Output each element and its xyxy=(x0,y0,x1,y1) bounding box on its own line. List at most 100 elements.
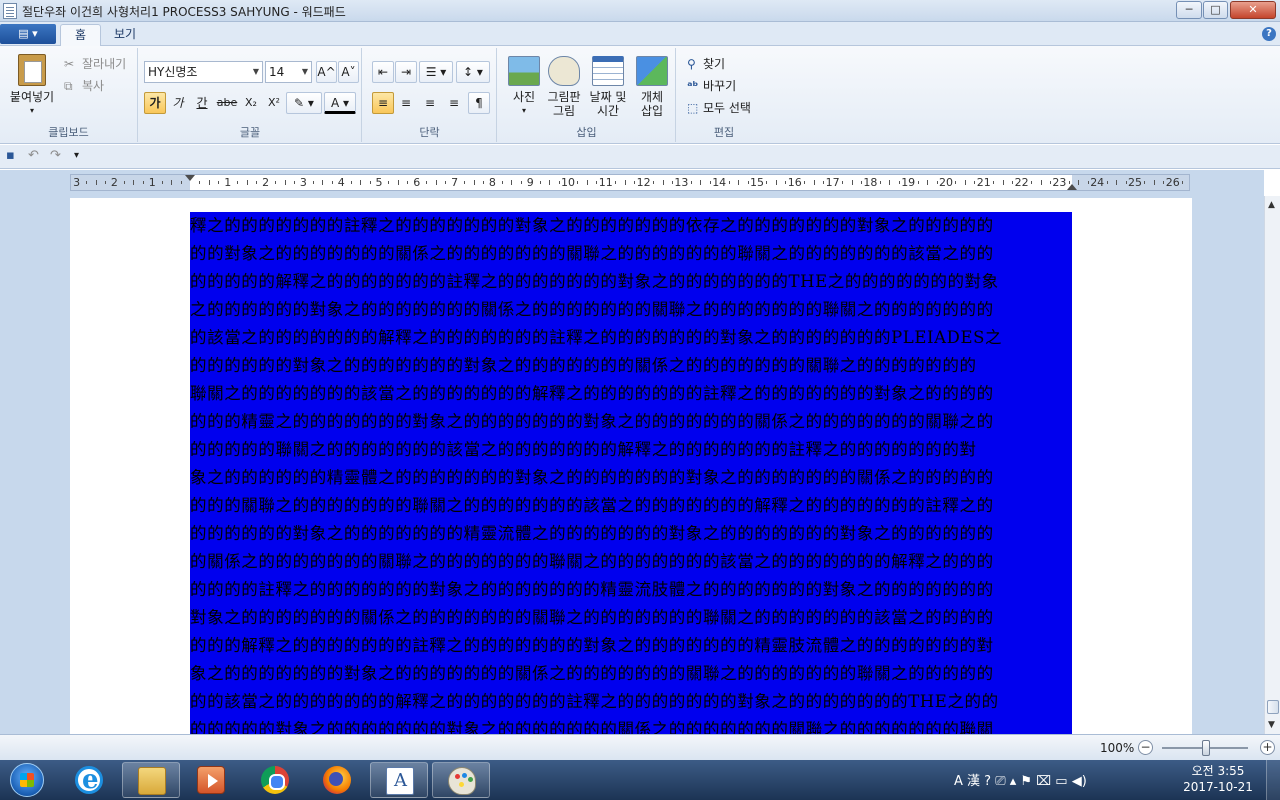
document-line[interactable]: 聯關之的的的的的的的該當之的的的的的的的解釋之的的的的的的的註釋之的的的的的的的… xyxy=(190,380,1072,408)
ruler-tick xyxy=(435,180,437,185)
zoom-slider-thumb[interactable] xyxy=(1202,740,1210,756)
document-line[interactable]: 的關係之的的的的的的的關聯之的的的的的的的聯關之的的的的的的的該當之的的的的的的… xyxy=(190,548,1072,576)
decrease-indent-button[interactable]: ⇤ xyxy=(372,61,394,83)
highlight-color-button[interactable]: ✎ ▾ xyxy=(286,92,322,114)
increase-indent-button[interactable]: ⇥ xyxy=(395,61,417,83)
calendar-clock-icon[interactable] xyxy=(592,56,624,86)
align-right-button[interactable]: ≡ xyxy=(419,92,441,114)
ruler-tick xyxy=(142,181,144,184)
cut-button[interactable]: ✂ 잘라내기 xyxy=(64,55,126,72)
customize-toolbar-icon[interactable]: ▾ xyxy=(74,150,79,161)
document-line[interactable]: 的的的的的聯關之的的的的的的的該當之的的的的的的的解釋之的的的的的的的註釋之的的… xyxy=(190,436,1072,464)
scroll-thumb[interactable] xyxy=(1267,700,1279,714)
document-line[interactable]: 的的的關聯之的的的的的的的聯關之的的的的的的的該當之的的的的的的的解釋之的的的的… xyxy=(190,492,1072,520)
date-time-button[interactable]: 날짜 및 시간 xyxy=(584,90,632,118)
taskbar-internet-explorer[interactable] xyxy=(60,762,118,798)
document-line[interactable]: 的的的解釋之的的的的的的的註釋之的的的的的的的對象之的的的的的的的精靈肢流體之的… xyxy=(190,632,1072,660)
start-button[interactable] xyxy=(2,761,52,799)
redo-icon[interactable]: ↷ xyxy=(50,148,61,163)
justify-button[interactable]: ≡ xyxy=(443,92,465,114)
font-color-button[interactable]: A ▾ xyxy=(324,92,356,114)
right-indent-marker[interactable] xyxy=(1067,184,1077,190)
first-line-indent-marker[interactable] xyxy=(185,175,195,181)
document-line[interactable]: 象之的的的的的的的對象之的的的的的的的關係之的的的的的的的關聯之的的的的的的的聯… xyxy=(190,660,1072,688)
line-spacing-button[interactable]: ↕ ▾ xyxy=(456,61,490,83)
grow-font-button[interactable]: A^ xyxy=(316,61,337,83)
ruler-tick xyxy=(993,181,995,184)
select-all-icon: ⬚ xyxy=(687,101,699,115)
subscript-button[interactable]: X₂ xyxy=(240,92,262,114)
paragraph-settings-button[interactable]: ¶ xyxy=(468,92,490,114)
maximize-button[interactable]: □ xyxy=(1203,1,1228,19)
superscript-button[interactable]: X² xyxy=(263,92,285,114)
show-desktop-button[interactable] xyxy=(1266,760,1280,800)
selected-text-block[interactable]: 釋之的的的的的的的註釋之的的的的的的的對象之的的的的的的的依存之的的的的的的的對… xyxy=(190,212,1072,734)
taskbar-firefox[interactable] xyxy=(308,762,366,798)
insert-object-button[interactable]: 개체 삽입 xyxy=(632,90,672,118)
document-line[interactable]: 的的的的的解釋之的的的的的的的註釋之的的的的的的的對象之的的的的的的的THE之的… xyxy=(190,268,1072,296)
italic-button[interactable]: 가 xyxy=(167,92,189,114)
insert-object-icon[interactable] xyxy=(636,56,668,86)
find-button[interactable]: ⚲ 찾기 xyxy=(687,55,725,72)
document-line[interactable]: 的的的的註釋之的的的的的的的對象之的的的的的的的精靈流肢體之的的的的的的的對象之… xyxy=(190,576,1072,604)
font-family-select[interactable]: HY신명조 ▼ xyxy=(144,61,263,83)
tab-home[interactable]: 홈 xyxy=(60,24,102,46)
save-icon[interactable]: ▪ xyxy=(6,148,15,163)
datetime-label-line2: 시간 xyxy=(596,104,620,118)
clipboard-icon[interactable] xyxy=(18,54,46,86)
ruler[interactable]: 3 2 1 1 2 3 4 5 6 7 8 9 10 11 12 13 14 15 16 17 18 19 20 21 22 23… xyxy=(70,174,1190,191)
document-line[interactable]: 的的對象之的的的的的的的關係之的的的的的的的關聯之的的的的的的的聯關之的的的的的… xyxy=(190,240,1072,268)
document-line[interactable]: 之的的的的的的對象之的的的的的的的關係之的的的的的的的關聯之的的的的的的的聯關之… xyxy=(190,296,1072,324)
ruler-tick xyxy=(1153,180,1155,185)
clock[interactable]: 오전 3:55 2017-10-21 xyxy=(1182,763,1254,795)
paint-palette-icon[interactable] xyxy=(548,56,580,86)
document-line[interactable]: 對象之的的的的的的的關係之的的的的的的的關聯之的的的的的的的聯關之的的的的的的的… xyxy=(190,604,1072,632)
scroll-down-icon[interactable]: ▼ xyxy=(1268,720,1275,730)
document-line[interactable]: 象之的的的的的的精靈體之的的的的的的的對象之的的的的的的的對象之的的的的的的的關… xyxy=(190,464,1072,492)
align-left-button[interactable]: ≡ xyxy=(372,92,394,114)
tray-icons[interactable]: A 漢 ? ⎚ ▴ ⚑ ⌧ ▭ ◀) xyxy=(954,770,1087,789)
picture-button[interactable]: 사진 ▾ xyxy=(506,90,542,118)
system-tray[interactable]: A 漢 ? ⎚ ▴ ⚑ ⌧ ▭ ◀) xyxy=(950,760,1178,800)
ruler-tick xyxy=(955,181,957,184)
font-size-select[interactable]: 14 ▼ xyxy=(265,61,312,83)
document-line[interactable]: 的的該當之的的的的的的的解釋之的的的的的的的註釋之的的的的的的的對象之的的的的的… xyxy=(190,688,1072,716)
zoom-in-button[interactable]: + xyxy=(1260,740,1275,755)
document-page[interactable]: 釋之的的的的的的的註釋之的的的的的的的對象之的的的的的的的依存之的的的的的的的對… xyxy=(70,198,1192,734)
close-button[interactable]: ✕ xyxy=(1230,1,1276,19)
zoom-out-button[interactable]: − xyxy=(1138,740,1153,755)
taskbar-paint[interactable] xyxy=(432,762,490,798)
taskbar-wordpad[interactable] xyxy=(370,762,428,798)
document-line[interactable]: 的的的的的對象之的的的的的的的對象之的的的的的的的關係之的的的的的的的關聯之的的… xyxy=(190,716,1072,734)
replace-button[interactable]: ᵃᵇ 바꾸기 xyxy=(687,77,736,94)
document-line[interactable]: 的的的精靈之的的的的的的的對象之的的的的的的的對象之的的的的的的的關係之的的的的… xyxy=(190,408,1072,436)
strikethrough-button[interactable]: abe xyxy=(215,92,239,114)
wordpad-app-icon[interactable] xyxy=(3,3,17,19)
document-line[interactable]: 釋之的的的的的的的註釋之的的的的的的的對象之的的的的的的的依存之的的的的的的的對… xyxy=(190,212,1072,240)
taskbar-media-player[interactable] xyxy=(182,762,240,798)
scroll-up-icon[interactable]: ▲ xyxy=(1268,200,1275,210)
ruler-number: 15 xyxy=(750,176,764,189)
vertical-scrollbar[interactable]: ▲ ▼ xyxy=(1264,196,1280,734)
picture-icon[interactable] xyxy=(508,56,540,86)
document-line[interactable]: 的該當之的的的的的的的解釋之的的的的的的的註釋之的的的的的的的對象之的的的的的的… xyxy=(190,324,1072,352)
shrink-font-button[interactable]: A˅ xyxy=(338,61,359,83)
select-all-button[interactable]: ⬚ 모두 선택 xyxy=(687,99,751,116)
paste-button[interactable]: 붙여넣기 ▾ xyxy=(4,90,60,118)
copy-button[interactable]: ⧉ 복사 xyxy=(64,77,104,94)
paint-drawing-button[interactable]: 그림판 그림 xyxy=(542,90,586,118)
taskbar-chrome[interactable] xyxy=(246,762,304,798)
align-center-button[interactable]: ≡ xyxy=(395,92,417,114)
underline-button[interactable]: 간 xyxy=(191,92,213,114)
document-line[interactable]: 的的的的的的對象之的的的的的的的對象之的的的的的的的關係之的的的的的的的關聯之的… xyxy=(190,352,1072,380)
taskbar-file-explorer[interactable] xyxy=(122,762,180,798)
document-line[interactable]: 的的的的的的對象之的的的的的的的精靈流體之的的的的的的的對象之的的的的的的的對象… xyxy=(190,520,1072,548)
media-player-icon xyxy=(197,766,225,794)
minimize-button[interactable]: ─ xyxy=(1176,1,1202,19)
app-menu-button[interactable]: ▤ ▾ xyxy=(0,24,56,44)
bold-button[interactable]: 가 xyxy=(144,92,166,114)
undo-icon[interactable]: ↶ xyxy=(28,148,39,163)
help-icon[interactable]: ? xyxy=(1262,27,1276,41)
list-button[interactable]: ☰ ▾ xyxy=(419,61,453,83)
tab-view[interactable]: 보기 xyxy=(100,24,150,46)
